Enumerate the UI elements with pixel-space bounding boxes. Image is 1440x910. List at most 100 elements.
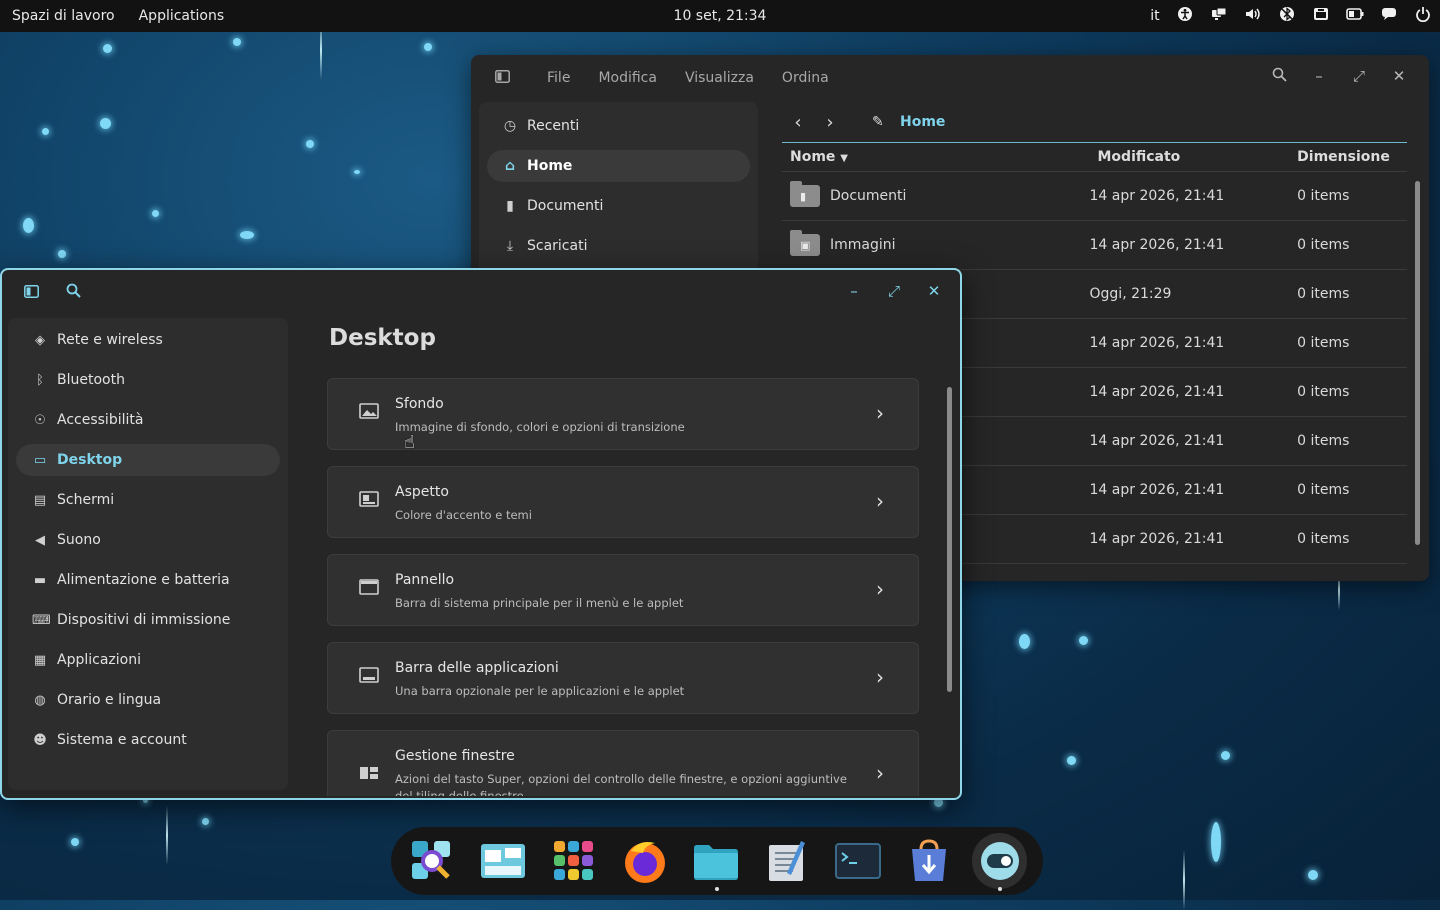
sidebar-item-input-devices[interactable]: ⌨ Dispositivi di immissione — [16, 604, 280, 636]
sidebar-item-label: Dispositivi di immissione — [57, 612, 231, 628]
card-dock[interactable]: Barra delle applicazioni Una barra opzio… — [327, 642, 919, 714]
sidebar-toggle-icon[interactable] — [471, 69, 533, 87]
sidebar-item-accessibility[interactable]: ☉ Accessibilità — [16, 404, 280, 436]
store-icon[interactable] — [901, 833, 956, 889]
screenshot-icon[interactable] — [1304, 7, 1338, 25]
dock-icon — [358, 667, 380, 687]
volume-icon[interactable] — [1236, 7, 1270, 25]
page-title: Desktop — [329, 325, 436, 351]
search-icon[interactable] — [1259, 67, 1299, 86]
edit-path-icon[interactable]: ✎ — [872, 114, 890, 130]
settings-sidebar: ◈ Rete e wireless ᛒ Bluetooth ☉ Accessibili… — [8, 318, 288, 790]
keyboard-layout-indicator[interactable]: it — [1142, 8, 1168, 24]
menu-visualizza[interactable]: Visualizza — [671, 70, 768, 86]
sidebar-item-scaricati[interactable]: ⤓ Scaricati — [487, 230, 750, 262]
breadcrumb-home[interactable]: Home — [900, 114, 945, 130]
menu-file[interactable]: File — [533, 70, 584, 86]
minimize-button[interactable]: – — [834, 282, 874, 300]
card-wallpaper[interactable]: Sfondo Immagine di sfondo, colori e opzi… — [327, 378, 919, 450]
window-management-icon — [358, 765, 380, 785]
card-title: Barra delle applicazioni — [395, 660, 559, 676]
file-size: 0 items — [1297, 335, 1350, 351]
power-icon[interactable] — [1406, 6, 1440, 26]
back-button[interactable]: ‹ — [782, 112, 814, 133]
settings-scrollbar[interactable] — [947, 387, 952, 692]
column-size[interactable]: Dimensione — [1297, 149, 1407, 165]
card-title: Aspetto — [395, 484, 449, 500]
document-icon: ▮ — [506, 198, 514, 214]
files-icon[interactable] — [689, 833, 744, 891]
network-icon[interactable] — [1202, 7, 1236, 25]
files-scrollbar[interactable] — [1415, 181, 1420, 545]
column-name[interactable]: Nome ▼ — [782, 149, 1098, 165]
close-button[interactable]: ✕ — [914, 282, 954, 300]
sidebar-item-label: Sistema e account — [57, 732, 187, 748]
settings-icon[interactable] — [972, 833, 1028, 891]
sidebar-item-network[interactable]: ◈ Rete e wireless — [16, 324, 280, 356]
sidebar-toggle-icon[interactable] — [24, 284, 39, 302]
top-panel: Spazi di lavoro Applications 10 set, 21:… — [0, 0, 1440, 32]
settings-main: Desktop Sfondo Immagine di sfondo, color… — [327, 318, 922, 796]
card-appearance[interactable]: Aspetto Colore d'accento e temi › — [327, 466, 919, 538]
card-window-management[interactable]: Gestione finestre Azioni del tasto Super… — [327, 730, 919, 796]
minimize-button[interactable]: – — [1299, 67, 1339, 86]
menu-ordina[interactable]: Ordina — [768, 70, 843, 86]
close-button[interactable]: ✕ — [1379, 67, 1419, 86]
text-editor-icon[interactable] — [759, 833, 814, 889]
column-modified[interactable]: Modificato — [1098, 149, 1298, 165]
firefox-icon[interactable] — [618, 833, 673, 889]
card-panel[interactable]: Pannello Barra di sistema principale per… — [327, 554, 919, 626]
applications-button[interactable]: Applications — [127, 8, 237, 24]
card-subtitle: Azioni del tasto Super, opzioni del cont… — [395, 772, 847, 796]
table-row[interactable]: ▣ Immagini 14 apr 2026, 21:41 0 items — [782, 221, 1407, 270]
sidebar-item-home[interactable]: ⌂ Home — [487, 150, 750, 182]
sidebar-item-power[interactable]: ▬ Alimentazione e batteria — [16, 564, 280, 596]
search-icon[interactable] — [66, 283, 81, 302]
clock[interactable]: 10 set, 21:34 — [674, 8, 767, 24]
app-library-icon[interactable] — [547, 833, 602, 889]
battery-icon[interactable] — [1338, 8, 1372, 24]
card-subtitle: Colore d'accento e temi — [395, 508, 532, 522]
dock — [391, 827, 1043, 895]
sidebar-item-desktop[interactable]: ▭ Desktop — [16, 444, 280, 476]
workspaces-icon[interactable] — [476, 833, 531, 889]
file-modified: 14 apr 2026, 21:41 — [1089, 482, 1225, 498]
sidebar-item-label: Accessibilità — [57, 412, 144, 428]
bluetooth-icon[interactable] — [1270, 6, 1304, 26]
download-icon: ⤓ — [506, 238, 514, 254]
file-size: 0 items — [1297, 433, 1350, 449]
image-icon — [358, 403, 380, 423]
card-title: Pannello — [395, 572, 455, 588]
apps-grid-icon: ▦ — [33, 652, 47, 668]
sidebar-item-displays[interactable]: ▤ Schermi — [16, 484, 280, 516]
file-modified: 14 apr 2026, 21:41 — [1089, 237, 1225, 253]
file-modified: 14 apr 2026, 21:41 — [1089, 335, 1225, 351]
folder-pictures-icon: ▣ — [790, 230, 820, 256]
display-icon: ▤ — [33, 492, 47, 508]
sidebar-item-bluetooth[interactable]: ᛒ Bluetooth — [16, 364, 280, 396]
sidebar-item-sound[interactable]: ◀ Suono — [16, 524, 280, 556]
maximize-button[interactable]: ⤢ — [1339, 67, 1379, 86]
users-icon: ☻ — [33, 732, 47, 748]
sidebar-item-applications[interactable]: ▦ Applicazioni — [16, 644, 280, 676]
forward-button[interactable]: › — [814, 112, 846, 133]
sidebar-item-documenti[interactable]: ▮ Documenti — [487, 190, 750, 222]
maximize-button[interactable]: ⤢ — [874, 282, 914, 300]
settings-header: – ⤢ ✕ — [2, 270, 960, 316]
table-row[interactable]: ▮ Documenti 14 apr 2026, 21:41 0 items — [782, 172, 1407, 221]
file-name: Immagini — [830, 237, 896, 253]
workspaces-button[interactable]: Spazi di lavoro — [0, 8, 127, 24]
accessibility-icon[interactable] — [1168, 6, 1202, 26]
sidebar-item-time-language[interactable]: ◍ Orario e lingua — [16, 684, 280, 716]
sidebar-item-label: Applicazioni — [57, 652, 141, 668]
file-modified: 14 apr 2026, 21:41 — [1089, 433, 1225, 449]
menu-modifica[interactable]: Modifica — [584, 70, 671, 86]
file-modified: 14 apr 2026, 21:41 — [1089, 384, 1225, 400]
sidebar-item-system-accounts[interactable]: ☻ Sistema e account — [16, 724, 280, 756]
notifications-icon[interactable] — [1372, 7, 1406, 25]
sidebar-item-recenti[interactable]: ◷ Recenti — [487, 110, 750, 142]
terminal-icon[interactable] — [830, 833, 885, 889]
launcher-search-icon[interactable] — [405, 833, 460, 889]
sidebar-item-label: Scaricati — [527, 238, 588, 254]
monitor-icon: ▭ — [33, 452, 47, 468]
